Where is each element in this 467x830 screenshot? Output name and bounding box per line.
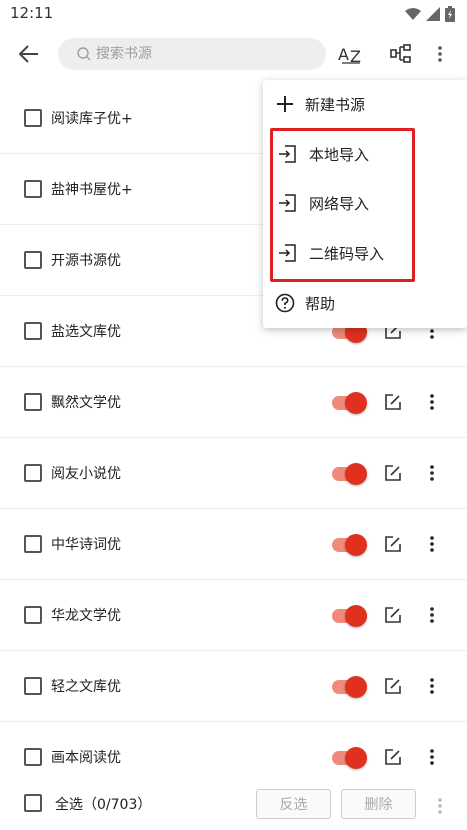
back-button[interactable] (14, 40, 44, 68)
edit-icon[interactable] (383, 534, 403, 554)
source-more-button[interactable] (422, 461, 442, 485)
source-row[interactable]: 华龙文学优 (0, 580, 467, 651)
edit-icon[interactable] (383, 463, 403, 483)
source-toggle[interactable] (332, 747, 368, 769)
source-toggle[interactable] (332, 605, 368, 627)
status-icons (405, 6, 455, 22)
delete-button[interactable]: 删除 (341, 789, 416, 819)
source-row[interactable]: 阅友小说优 (0, 438, 467, 509)
edit-icon[interactable] (383, 605, 403, 625)
source-name: 轻之文库优 (51, 679, 121, 695)
source-checkbox[interactable] (24, 251, 42, 269)
status-time: 12:11 (10, 4, 54, 22)
source-row[interactable]: 画本阅读优 (0, 722, 467, 793)
sort-button[interactable]: A Z (337, 40, 365, 68)
more-vert-icon (430, 678, 434, 694)
edit-icon[interactable] (383, 676, 403, 696)
source-row[interactable]: 轻之文库优 (0, 651, 467, 722)
source-name: 华龙文学优 (51, 608, 121, 624)
invert-selection-button[interactable]: 反选 (256, 789, 331, 819)
search-box[interactable] (58, 38, 326, 70)
toolbar: A Z (0, 28, 467, 80)
menu-item-label: 新建书源 (305, 96, 366, 114)
source-toggle[interactable] (332, 463, 368, 485)
source-name: 盐选文库优 (51, 324, 121, 340)
source-name: 飘然文学优 (51, 395, 121, 411)
source-row[interactable]: 中华诗词优 (0, 509, 467, 580)
add-icon (277, 96, 293, 112)
bottom-bar: 全选（0/703） 反选 删除 (0, 786, 467, 830)
menu-item-label: 帮助 (305, 295, 336, 313)
source-name: 盐神书屋优+ (51, 182, 133, 198)
source-checkbox[interactable] (24, 322, 42, 340)
more-vert-icon (430, 465, 434, 481)
search-input[interactable] (96, 46, 296, 62)
source-checkbox[interactable] (24, 677, 42, 695)
edit-icon[interactable] (383, 747, 403, 767)
source-more-button[interactable] (422, 603, 442, 627)
source-toggle[interactable] (332, 534, 368, 556)
source-checkbox[interactable] (24, 606, 42, 624)
source-more-button[interactable] (422, 745, 442, 769)
menu-item-new-source[interactable]: 新建书源 (263, 80, 467, 128)
source-checkbox[interactable] (24, 180, 42, 198)
source-checkbox[interactable] (24, 464, 42, 482)
source-more-button[interactable] (422, 532, 442, 556)
source-more-button[interactable] (422, 674, 442, 698)
source-name: 画本阅读优 (51, 750, 121, 766)
source-checkbox[interactable] (24, 748, 42, 766)
source-name: 阅友小说优 (51, 466, 121, 482)
source-more-button[interactable] (422, 390, 442, 414)
more-vert-icon (430, 749, 434, 765)
source-checkbox[interactable] (24, 393, 42, 411)
source-name: 中华诗词优 (51, 537, 121, 553)
source-name: 开源书源优 (51, 253, 121, 269)
more-vert-icon (430, 394, 434, 410)
edit-icon[interactable] (383, 392, 403, 412)
more-vert-icon (430, 607, 434, 623)
battery-icon (445, 6, 455, 22)
wifi-icon (405, 8, 421, 20)
menu-item-help[interactable]: 帮助 (263, 279, 467, 327)
search-icon (77, 47, 91, 61)
svg-text:A: A (338, 45, 349, 64)
select-all-label: 全选（0/703） (55, 797, 152, 813)
more-vert-icon (438, 798, 442, 814)
group-button[interactable] (387, 40, 415, 68)
source-row[interactable]: 飘然文学优 (0, 367, 467, 438)
source-name: 阅读库子优+ (51, 111, 133, 127)
source-toggle[interactable] (332, 392, 368, 414)
bottom-more-button[interactable] (430, 794, 450, 818)
help-icon (275, 293, 295, 313)
highlight-box (270, 128, 415, 282)
more-vert-icon (438, 46, 442, 62)
source-checkbox[interactable] (24, 109, 42, 127)
status-bar: 12:11 (0, 0, 467, 28)
source-checkbox[interactable] (24, 535, 42, 553)
signal-icon (426, 7, 440, 21)
group-icon (390, 44, 411, 63)
arrow-back-icon (19, 45, 38, 63)
more-button[interactable] (430, 40, 450, 68)
az-sort-icon: A Z (338, 45, 361, 66)
source-toggle[interactable] (332, 676, 368, 698)
select-all-checkbox[interactable] (24, 794, 42, 812)
more-vert-icon (430, 536, 434, 552)
